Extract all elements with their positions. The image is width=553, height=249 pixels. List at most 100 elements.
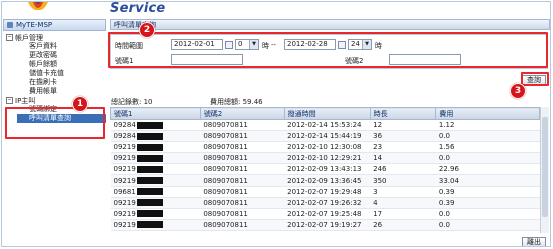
table-cell: 3 [370, 186, 436, 198]
table-cell: 2012-02-10 12:30:08 [284, 141, 371, 154]
table-row[interactable]: 09219 0809070811 2012-02-09 13:43:13 246 22.… [110, 163, 540, 176]
cell-value: 0809070811 [203, 165, 248, 174]
table-cell: 12 [370, 119, 436, 132]
sidebar-title: MyTE-MSP [16, 21, 53, 29]
table-cell: 0809070811 [200, 186, 285, 198]
table-cell: 2012-02-07 19:25:48 [284, 208, 371, 220]
redacted-digits [136, 177, 163, 185]
table-cell: 0.39 [435, 197, 540, 209]
cell-value: 09219 [113, 165, 136, 174]
total-records-value: 10 [143, 98, 153, 106]
group-account[interactable]: − 帳戶管理 [3, 33, 106, 42]
highlight-box-2 [108, 32, 548, 68]
table-cell: 09681 [110, 186, 201, 198]
table-cell: 0809070811 [200, 130, 285, 143]
table-row[interactable]: 09284 0809070811 2012-02-14 15:53:24 12 1.12 [110, 119, 540, 132]
collapse-icon[interactable]: − [6, 97, 13, 104]
column-header[interactable]: 號碼2 [199, 107, 285, 120]
cell-value: 12 [373, 121, 383, 130]
cell-value: 1.12 [438, 121, 455, 130]
cell-value: 09284 [113, 121, 136, 130]
table-cell: 0809070811 [200, 119, 285, 132]
collapse-icon[interactable]: − [6, 34, 13, 41]
cell-value: 23 [373, 143, 383, 152]
table-cell: 17 [370, 208, 436, 220]
table-cell: 2012-02-09 13:43:13 [284, 163, 371, 176]
sidebar-item-recharge[interactable]: 儲值卡充值 [3, 69, 106, 78]
brand-title: Service [110, 1, 166, 16]
cell-value: 1.56 [438, 143, 455, 152]
table-row[interactable]: 09219 0809070811 2012-02-07 19:19:27 26 0.0 [110, 219, 540, 231]
table-cell: 0809070811 [200, 219, 285, 231]
table-row[interactable]: 09219 0809070811 2012-02-07 19:25:48 17 0.0 [110, 208, 540, 220]
highlight-box-1 [5, 107, 105, 139]
column-header[interactable]: 費用 [435, 107, 540, 120]
cell-value: 2012-02-10 12:30:08 [287, 143, 362, 152]
cell-value: 350 [373, 176, 387, 185]
column-header[interactable]: 號碼1 [110, 107, 201, 120]
table-row[interactable]: 09219 0809070811 2012-02-10 12:30:08 23 1.56 [110, 141, 540, 154]
page-title: 呼叫清單查詢 [110, 19, 550, 30]
group-label: 帳戶管理 [15, 33, 43, 42]
table-cell: 0.0 [435, 219, 540, 231]
table-cell: 1.12 [435, 119, 540, 132]
cell-value: 0809070811 [203, 132, 248, 141]
sidebar-item-change-password[interactable]: 更改密碼 [3, 51, 106, 60]
table-row[interactable]: 09219 0809070811 2012-02-10 12:29:21 14 0.0 [110, 152, 540, 165]
table-row[interactable]: 09284 0809070811 2012-02-14 15:44:19 36 0.0 [110, 130, 540, 143]
home-icon [7, 22, 13, 28]
table-cell: 09219 [110, 197, 201, 209]
cell-value: 0809070811 [203, 121, 248, 130]
table-cell: 2012-02-14 15:44:19 [284, 130, 371, 143]
cell-value: 0809070811 [203, 176, 248, 185]
table-cell: 0809070811 [200, 174, 285, 187]
cell-value: 36 [373, 132, 383, 141]
sidebar-item-card[interactable]: 在擔刷卡 [3, 78, 106, 87]
cell-value: 09219 [113, 220, 136, 229]
cell-value: 2012-02-14 15:44:19 [287, 132, 362, 141]
cell-value: 2012-02-07 19:25:48 [287, 209, 362, 218]
highlight-box-3 [521, 72, 549, 86]
cell-value: 0809070811 [203, 209, 248, 218]
table-cell: 14 [370, 152, 436, 165]
redacted-digits [136, 221, 163, 229]
group-label: IP主叫 [15, 96, 36, 105]
app-frame: Service MyTE-MSP − 帳戶管理 客戶資料 更改密碼 帳戶餘額 儲… [1, 1, 551, 247]
table-cell: 2012-02-14 15:53:24 [284, 119, 371, 132]
scrollbar-thumb[interactable] [542, 117, 548, 217]
table-cell: 246 [370, 163, 436, 176]
table-cell: 09219 [110, 152, 201, 165]
table-cell: 0.39 [435, 186, 540, 198]
table-row[interactable]: 09681 0809070811 2012-02-07 19:29:48 3 0.39 [110, 186, 540, 198]
total-records-label: 總記錄數: [111, 98, 142, 106]
table-row[interactable]: 09219 0809070811 2012-02-07 19:26:32 4 0.39 [110, 197, 540, 209]
cell-value: 0809070811 [203, 187, 248, 196]
cell-value: 2012-02-09 13:43:13 [287, 165, 362, 174]
cell-value: 09219 [113, 176, 136, 185]
cell-value: 0809070811 [203, 154, 248, 163]
table-cell: 2012-02-07 19:29:48 [284, 186, 371, 198]
cell-value: 0.39 [438, 187, 455, 196]
table-row[interactable]: 09219 0809070811 2012-02-09 13:36:45 350 33.… [110, 174, 540, 187]
exit-button[interactable]: 離出 [522, 237, 546, 246]
total-fee: 費用總額: 59.46 [210, 97, 263, 107]
table-cell: 2012-02-10 12:29:21 [284, 152, 371, 165]
sidebar-item-customer-info[interactable]: 客戶資料 [3, 42, 106, 51]
table-scrollbar[interactable] [540, 107, 549, 233]
column-header[interactable]: 撥通時間 [283, 107, 371, 120]
table-cell: 350 [370, 174, 436, 187]
sidebar-item-balance[interactable]: 帳戶餘額 [3, 60, 106, 69]
table-cell: 2012-02-07 19:19:27 [284, 219, 371, 231]
table-cell: 09219 [110, 219, 201, 231]
annotation-badge-1: 1 [72, 96, 88, 112]
cell-value: 09219 [113, 209, 136, 218]
table-cell: 0809070811 [200, 197, 285, 209]
table-cell: 0.0 [435, 130, 540, 143]
sidebar-header: MyTE-MSP [3, 19, 106, 31]
table-cell: 4 [370, 197, 436, 209]
group-ip-call[interactable]: − IP主叫 [3, 96, 106, 105]
cell-value: 22.96 [438, 165, 459, 174]
cell-value: 0809070811 [203, 220, 248, 229]
cell-value: 246 [373, 165, 387, 174]
column-header[interactable]: 時長 [369, 107, 437, 120]
